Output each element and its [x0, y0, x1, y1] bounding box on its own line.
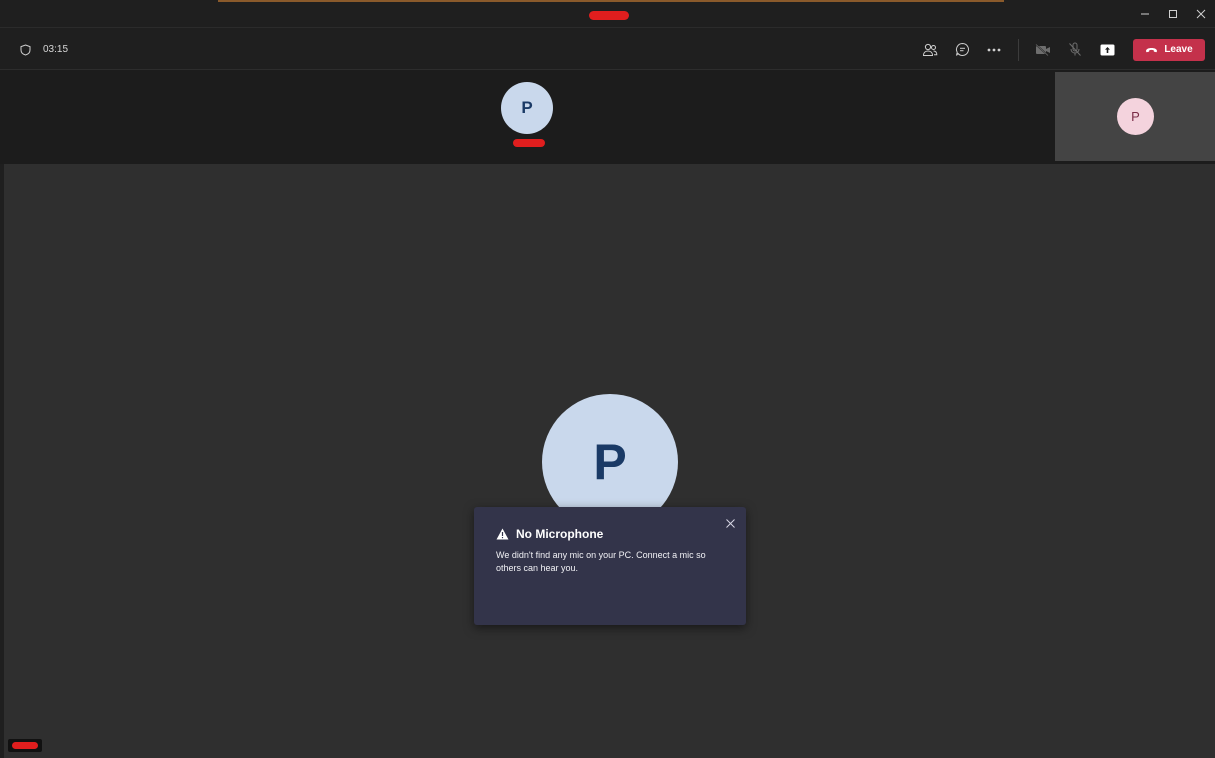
- shield-icon: [20, 43, 31, 56]
- hang-up-icon: [1146, 47, 1158, 52]
- notification-title: No Microphone: [516, 527, 604, 541]
- main-video-stage: P: [4, 164, 1215, 758]
- leave-button[interactable]: Leave: [1133, 38, 1205, 61]
- maximize-icon: [1169, 10, 1177, 18]
- microphone-toggle-button[interactable]: [1059, 34, 1091, 66]
- notification-header: No Microphone: [496, 527, 724, 541]
- close-icon: [1196, 9, 1206, 19]
- minimize-button[interactable]: [1131, 0, 1159, 28]
- camera-toggle-button[interactable]: [1027, 34, 1059, 66]
- participant-initial: P: [521, 98, 533, 117]
- dismiss-notification-button[interactable]: [723, 516, 737, 530]
- people-icon: [922, 43, 938, 56]
- warning-icon: [496, 528, 509, 540]
- main-participant-name-redacted: [8, 739, 42, 752]
- microphone-off-icon: [1069, 42, 1081, 56]
- maximize-button[interactable]: [1159, 0, 1187, 28]
- participants-button[interactable]: [914, 34, 946, 66]
- more-options-button[interactable]: [978, 34, 1010, 66]
- meeting-timer: 03:15: [20, 29, 68, 70]
- no-microphone-notification: No Microphone We didn't find any mic on …: [474, 507, 746, 625]
- title-bar-accent-strip: [218, 0, 1004, 2]
- self-initial: P: [1131, 109, 1140, 124]
- more-icon: [987, 48, 1001, 51]
- participant-strip: P P: [0, 70, 1215, 164]
- toolbar-divider: [1018, 38, 1019, 61]
- chat-button[interactable]: [946, 34, 978, 66]
- share-screen-button[interactable]: [1091, 34, 1123, 66]
- participant-avatar[interactable]: P: [501, 82, 553, 134]
- close-icon: [725, 518, 735, 528]
- window-title-redacted: [589, 11, 629, 20]
- self-video-tile[interactable]: P: [1055, 72, 1215, 161]
- camera-off-icon: [1035, 43, 1050, 56]
- participant-name-redacted: [513, 139, 545, 147]
- meeting-controls: Leave: [914, 29, 1205, 70]
- leave-button-label: Leave: [1164, 44, 1193, 55]
- meeting-toolbar: 03:15 Leave: [0, 29, 1215, 70]
- share-screen-icon: [1100, 44, 1114, 55]
- meeting-timer-text: 03:15: [43, 44, 69, 55]
- chat-icon: [955, 42, 969, 56]
- close-window-button[interactable]: [1187, 0, 1215, 28]
- self-avatar: P: [1117, 98, 1154, 135]
- main-participant-initial: P: [593, 434, 627, 490]
- window-title-bar: [0, 0, 1215, 28]
- window-controls: [1131, 0, 1215, 28]
- minimize-icon: [1141, 13, 1149, 15]
- notification-message: We didn't find any mic on your PC. Conne…: [496, 550, 706, 573]
